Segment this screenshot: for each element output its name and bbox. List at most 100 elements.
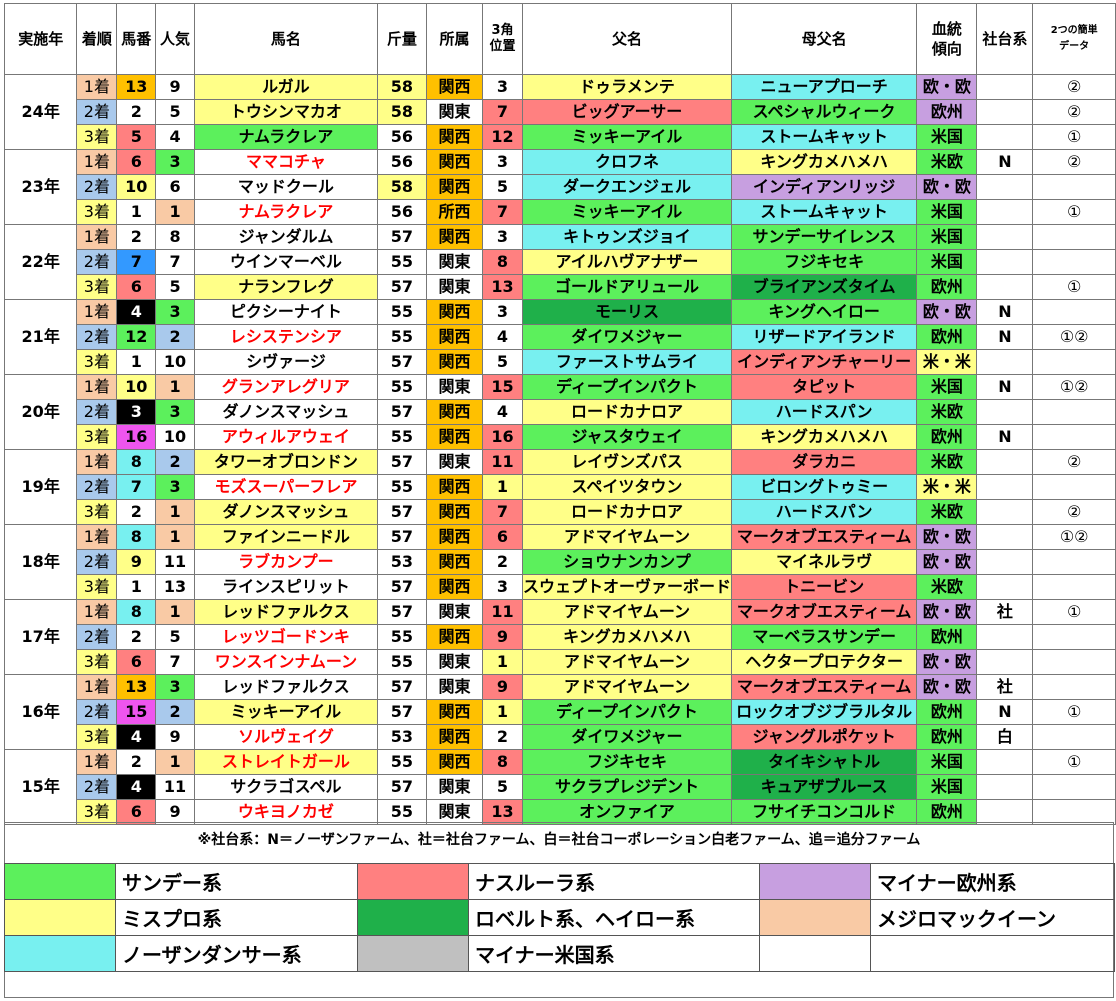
popularity-cell: 8 [155,224,195,250]
horse-name-cell: ラブカンプー [193,549,378,575]
weight-cell: 57 [376,499,427,525]
popularity-cell: 1 [155,499,195,525]
header-simple-data: 2つの簡単データ [1032,3,1116,75]
simple-data-cell [1032,399,1116,425]
legend-swatch [759,899,871,936]
year-cell: 21年 [3,299,78,375]
popularity-cell: 3 [155,674,195,700]
rank-cell: 2着 [76,399,118,425]
dam-sire-cell: リザードアイランド [730,324,918,350]
weight-cell: 55 [376,749,427,775]
weight-cell: 57 [376,524,427,550]
rank-cell: 2着 [76,99,118,125]
horse-name-cell: ラインスピリット [193,574,378,600]
rank-cell: 2着 [76,474,118,500]
sire-cell: ロードカナロア [521,399,732,425]
table-row: 3着 1 10 シヴァージ 57 関西 5 ファーストサムライ インディアンチャーリー 米・米 [5,349,1116,375]
horse-name-cell: ジャンダルム [193,224,378,250]
popularity-cell: 4 [155,124,195,150]
weight-cell: 57 [376,274,427,300]
number-cell: 8 [116,524,157,550]
corner-position-cell: 7 [482,499,523,525]
header-year: 実施年 [3,3,78,75]
shadai-cell [976,474,1034,500]
corner-position-cell: 3 [482,149,523,175]
dam-sire-cell: ロックオブジブラルタル [730,699,918,725]
dam-sire-cell: キングカメハメハ [730,424,918,450]
popularity-cell: 13 [155,574,195,600]
table-row: 2着 2 5 レッツゴードンキ 55 関西 9 キングカメハメハ マーベラスサンデー 欧州 [5,624,1116,650]
header-sire: 父名 [521,3,732,75]
table-row: 2着 9 11 ラブカンプー 53 関西 2 ショウナンカンプ マイネルラヴ 欧・欧 [5,549,1116,575]
sire-cell: キングカメハメハ [521,624,732,650]
shadai-cell [976,124,1034,150]
simple-data-cell [1032,474,1116,500]
popularity-cell: 1 [155,524,195,550]
legend-label: サンデー系 [115,863,358,900]
table-row: 3着 2 1 ダノンスマッシュ 57 関西 7 ロードカナロア ハードスパン 米欧 ② [5,499,1116,525]
popularity-cell: 1 [155,199,195,225]
shadai-cell [976,274,1034,300]
table-row: 21年 1着 4 3 ピクシーナイト 55 関西 3 モーリス キングヘイロー 欧・欧 N [3,299,1116,375]
number-cell: 5 [116,124,157,150]
popularity-cell: 3 [155,299,195,325]
horse-name-cell: ルガル [193,74,378,100]
sire-cell: ダークエンジェル [521,174,732,200]
simple-data-cell: ① [1032,699,1116,725]
table-row: 3着 6 7 ワンスインナムーン 55 関東 1 アドマイヤムーン ヘクタープロテクター 欧・欧 [5,649,1116,675]
affiliation-cell: 関西 [425,699,484,725]
corner-position-cell: 9 [482,624,523,650]
corner-position-cell: 1 [482,474,523,500]
sire-cell: ダイワメジャー [521,724,732,750]
simple-data-cell: ① [1032,274,1116,300]
weight-cell: 57 [376,774,427,800]
weight-cell: 58 [376,99,427,125]
simple-data-cell [1032,624,1116,650]
legend-label [870,935,1115,972]
corner-position-cell: 11 [482,449,523,475]
simple-data-cell: ② [1032,449,1116,475]
sire-cell: ファーストサムライ [521,349,732,375]
table-row: 2着 7 7 ウインマーベル 55 関東 8 アイルハヴアナザー フジキセキ 米国 [5,249,1116,275]
number-cell: 10 [116,174,157,200]
shadai-cell: N [976,324,1034,350]
results-table: 実施年 着順 馬番 人気 馬名 斤量 所属 3角位置 父名 母父名 血統傾向 社… [3,3,1116,825]
year-cell: 18年 [3,524,78,600]
affiliation-cell: 関東 [425,799,484,825]
weight-cell: 55 [376,374,427,400]
affiliation-cell: 関西 [425,499,484,525]
corner-position-cell: 5 [482,349,523,375]
popularity-cell: 11 [155,774,195,800]
horse-name-cell: サクラゴスペル [193,774,378,800]
horse-name-cell: ダノンスマッシュ [193,499,378,525]
number-cell: 3 [116,399,157,425]
corner-position-cell: 12 [482,124,523,150]
corner-position-cell: 16 [482,424,523,450]
simple-data-cell: ①② [1032,324,1116,350]
dam-sire-cell: ブライアンズタイム [730,274,918,300]
pedigree-trend-cell: 欧州 [916,724,978,750]
header-corner-position: 3角位置 [482,3,523,75]
affiliation-cell: 関東 [425,449,484,475]
shadai-cell [976,74,1034,100]
number-cell: 2 [116,224,157,250]
affiliation-cell: 関西 [425,174,484,200]
corner-position-cell: 15 [482,374,523,400]
weight-cell: 57 [376,574,427,600]
corner-position-cell: 13 [482,274,523,300]
simple-data-cell: ① [1032,599,1116,625]
dam-sire-cell: ビロングトゥミー [730,474,918,500]
horse-name-cell: マッドクール [193,174,378,200]
pedigree-trend-cell: 米欧 [916,399,978,425]
simple-data-cell: ① [1032,199,1116,225]
number-cell: 7 [116,474,157,500]
simple-data-cell [1032,724,1116,750]
header-dam-sire: 母父名 [730,3,918,75]
pedigree-trend-cell: 欧・欧 [916,649,978,675]
popularity-cell: 7 [155,649,195,675]
popularity-cell: 9 [155,74,195,100]
year-cell: 24年 [3,74,78,150]
popularity-cell: 2 [155,324,195,350]
pedigree-trend-cell: 米国 [916,749,978,775]
number-cell: 2 [116,749,157,775]
